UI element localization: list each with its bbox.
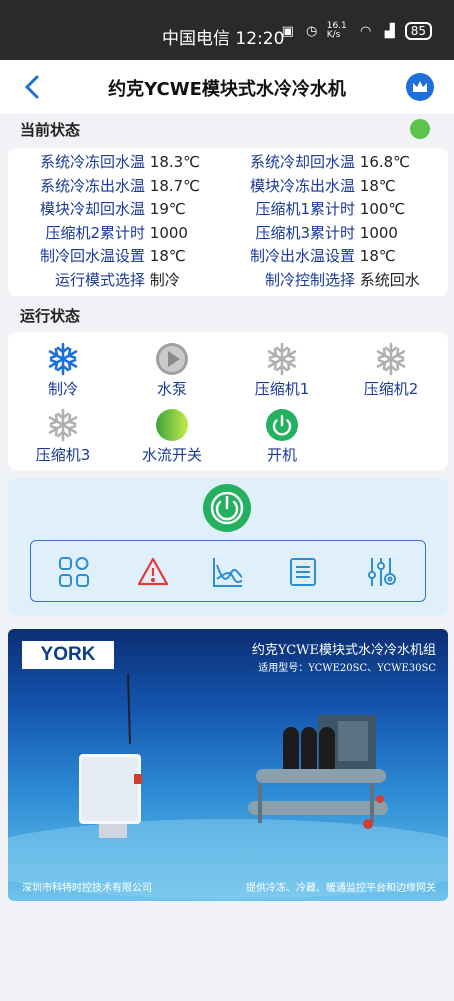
status-row-left: 模块冷却回水温 19℃ [14, 198, 186, 221]
status-value: 1000 [149, 223, 188, 242]
status-label: 制冷回水温设置 [39, 247, 145, 265]
current-status-table: 系统冷冻回水温 18.3℃ 系统冷却回水温 16.8℃ 系统冷冻出水温 18.7℃ 模… [8, 148, 448, 296]
status-row-left: 压缩机2累计时 1000 [14, 222, 188, 245]
wifi-icon: ◠ [360, 23, 372, 39]
run-status-label: 压缩机3 [35, 446, 91, 464]
nfc-icon: ▣ [281, 23, 294, 39]
run-status-title: 运行状态 [20, 307, 81, 325]
run-status-item: 水流开关 [122, 408, 222, 465]
status-label: 制冷出水温设置 [249, 247, 355, 265]
warning-icon [137, 557, 169, 586]
run-status-item: 压缩机2 [341, 342, 441, 399]
york-logo: YORK [22, 641, 114, 669]
status-row-left: 运行模式选择 制冷 [14, 269, 180, 292]
status-label: 模块冷却回水温 [39, 200, 145, 218]
online-indicator [410, 119, 430, 139]
status-row-right: 压缩机1累计时 100℃ [224, 198, 405, 221]
status-row-right: 模块冷冻出水温 18℃ [224, 175, 396, 198]
status-label: 系统冷冻回水温 [39, 153, 145, 171]
crown-icon [413, 81, 427, 92]
status-value: 16.8℃ [359, 153, 411, 171]
status-label: 压缩机3累计时 [255, 223, 355, 242]
run-status-label: 压缩机1 [254, 380, 310, 398]
current-status-title: 当前状态 [20, 121, 81, 139]
pump-play-icon [155, 342, 189, 376]
run-status-item: 制冷 [13, 342, 113, 399]
run-status-item: 开机 [232, 408, 332, 465]
power-icon [210, 491, 244, 525]
power-button[interactable] [203, 484, 251, 532]
banner-subtitle: 适用型号：YCWE20SC、YCWE30SC [258, 663, 436, 674]
net-speed: 16.1 K/s [326, 21, 347, 40]
run-status-label: 制冷 [47, 380, 78, 398]
toolbar-alarm-button[interactable] [136, 555, 170, 589]
function-toolbar [30, 540, 426, 602]
status-label: 系统冷却回水温 [249, 153, 355, 171]
status-bar: 中国电信 12:20 ▣ ◷ 16.1 K/s ◠ ▟ 85 [0, 0, 454, 60]
snowflake-icon [46, 408, 80, 442]
status-label: 模块冷冻出水温 [249, 176, 355, 195]
water-flow-icon [155, 408, 189, 442]
chart-icon [213, 558, 243, 587]
status-value: 18.7℃ [149, 176, 201, 195]
toolbar-list-button[interactable] [286, 555, 320, 589]
status-label: 压缩机2累计时 [45, 223, 145, 242]
app-header: 约克YCWE模块式水冷冷水机 [0, 60, 454, 114]
run-status-item: 压缩机1 [232, 342, 332, 399]
status-value: 1000 [359, 223, 398, 242]
run-status-label: 水流开关 [141, 446, 202, 464]
list-icon [290, 558, 316, 586]
status-row-right: 制冷控制选择 系统回水 [224, 269, 420, 292]
signal-icon: ▟ [384, 23, 395, 39]
status-row-left: 系统冷冻出水温 18.7℃ [14, 175, 200, 198]
run-status-label: 开机 [266, 446, 297, 464]
run-status-item: 水泵 [122, 342, 222, 399]
product-banner: YORK 约克YCWE模块式水冷冷水机组 适用型号：YCWE20SC、YCWE3… [8, 629, 448, 901]
battery-indicator: 85 [404, 22, 432, 40]
status-value: 19℃ [149, 200, 186, 218]
status-value: 100℃ [359, 200, 406, 218]
status-label: 运行模式选择 [54, 270, 145, 289]
run-status-item: 压缩机3 [13, 408, 113, 465]
status-value: 系统回水 [359, 270, 420, 289]
status-value: 制冷 [149, 270, 180, 289]
vip-button[interactable] [406, 73, 434, 101]
snowflake-icon [46, 342, 80, 376]
status-value: 18℃ [149, 247, 186, 265]
status-row-left: 系统冷冻回水温 18.3℃ [14, 151, 200, 174]
status-label: 系统冷冻出水温 [39, 176, 145, 195]
power-icon [265, 408, 299, 442]
snowflake-icon [374, 342, 408, 376]
banner-company: 深圳市科特时控技术有限公司 [22, 883, 152, 894]
toolbar-grid-button[interactable] [57, 555, 91, 589]
status-row-left: 制冷回水温设置 18℃ [14, 245, 186, 268]
banner-title: 约克YCWE模块式水冷冷水机组 [251, 643, 436, 658]
status-value: 18℃ [359, 247, 396, 265]
banner-service: 提供冷冻、冷藏、暖通监控平台和边缘网关 [246, 883, 436, 894]
status-value: 18.3℃ [149, 153, 201, 171]
status-value: 18℃ [359, 176, 396, 195]
toolbar-chart-button[interactable] [211, 555, 245, 589]
run-status-label: 压缩机2 [363, 380, 419, 398]
settings-sliders-icon [368, 558, 396, 586]
alarm-icon: ◷ [306, 23, 318, 39]
toolbar-settings-button[interactable] [364, 555, 398, 589]
status-label: 压缩机1累计时 [255, 200, 355, 218]
run-status-panel: 制冷 水泵 压缩机1 压缩机2 压缩机3 水流开关 开机 [8, 332, 448, 470]
status-row-right: 制冷出水温设置 18℃ [224, 245, 396, 268]
snowflake-icon [265, 342, 299, 376]
status-row-right: 压缩机3累计时 1000 [224, 222, 398, 245]
status-carrier: 中国电信 12:20 [162, 29, 285, 49]
grid-icon [59, 557, 89, 587]
status-icons: ▣ ◷ 16.1 K/s ◠ ▟ 85 [279, 22, 432, 40]
run-status-label: 水泵 [156, 380, 187, 398]
status-label: 制冷控制选择 [264, 270, 355, 289]
page-title: 约克YCWE模块式水冷冷水机 [108, 79, 346, 100]
status-row-right: 系统冷却回水温 16.8℃ [224, 151, 410, 174]
